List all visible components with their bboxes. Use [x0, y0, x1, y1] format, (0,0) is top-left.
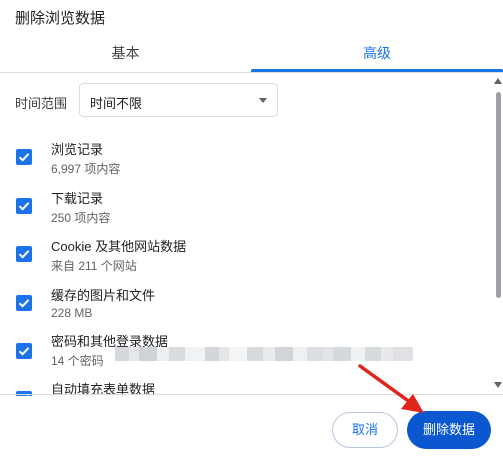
- checkbox-cache[interactable]: [16, 295, 32, 311]
- check-icon: [18, 250, 30, 259]
- scroll-up-icon[interactable]: [494, 78, 502, 84]
- tab-basic[interactable]: 基本: [0, 40, 251, 70]
- check-icon: [18, 347, 30, 356]
- scroll-down-icon[interactable]: [494, 382, 502, 388]
- cancel-button[interactable]: 取消: [332, 412, 398, 448]
- time-range-label: 时间范围: [15, 96, 68, 111]
- item-subtitle: 14 个密码: [51, 354, 104, 368]
- divider: [0, 72, 503, 73]
- item-subtitle: 6,997 项内容: [51, 162, 121, 176]
- list-item[interactable]: 浏览记录 6,997 项内容: [0, 136, 490, 184]
- item-title: Cookie 及其他网站数据: [51, 239, 187, 254]
- checkbox-browsing-history[interactable]: [16, 149, 32, 165]
- dialog-title: 删除浏览数据: [15, 10, 106, 27]
- checkbox-download-history[interactable]: [16, 198, 32, 214]
- list-item[interactable]: Cookie 及其他网站数据 来自 211 个网站: [0, 233, 490, 281]
- item-title: 下载记录: [51, 191, 104, 206]
- tab-advanced[interactable]: 高级: [251, 40, 503, 70]
- list-item[interactable]: 下载记录 250 项内容: [0, 185, 490, 233]
- checkbox-passwords[interactable]: [16, 343, 32, 359]
- item-subtitle: 来自 211 个网站: [51, 259, 137, 273]
- check-icon: [18, 202, 30, 211]
- scrollbar-thumb[interactable]: [496, 92, 501, 298]
- time-range-value: 时间不限: [90, 96, 143, 111]
- item-subtitle: 228 MB: [51, 306, 93, 320]
- time-range-select[interactable]: 时间不限: [79, 83, 278, 117]
- check-icon: [18, 153, 30, 162]
- redacted-text: [115, 347, 443, 361]
- item-title: 浏览记录: [51, 142, 104, 157]
- item-subtitle: 250 项内容: [51, 211, 111, 225]
- tab-bar: 基本 高级: [0, 40, 503, 72]
- list-item[interactable]: 缓存的图片和文件 228 MB: [0, 282, 490, 330]
- checkbox-cookies[interactable]: [16, 246, 32, 262]
- delete-data-button[interactable]: 删除数据: [407, 411, 491, 449]
- caret-down-icon: [259, 98, 267, 103]
- item-title: 缓存的图片和文件: [51, 288, 156, 303]
- check-icon: [18, 299, 30, 308]
- divider: [0, 394, 503, 395]
- data-type-list: 浏览记录 6,997 项内容 下载记录 250 项内容 Cookie 及其他网站…: [0, 128, 490, 396]
